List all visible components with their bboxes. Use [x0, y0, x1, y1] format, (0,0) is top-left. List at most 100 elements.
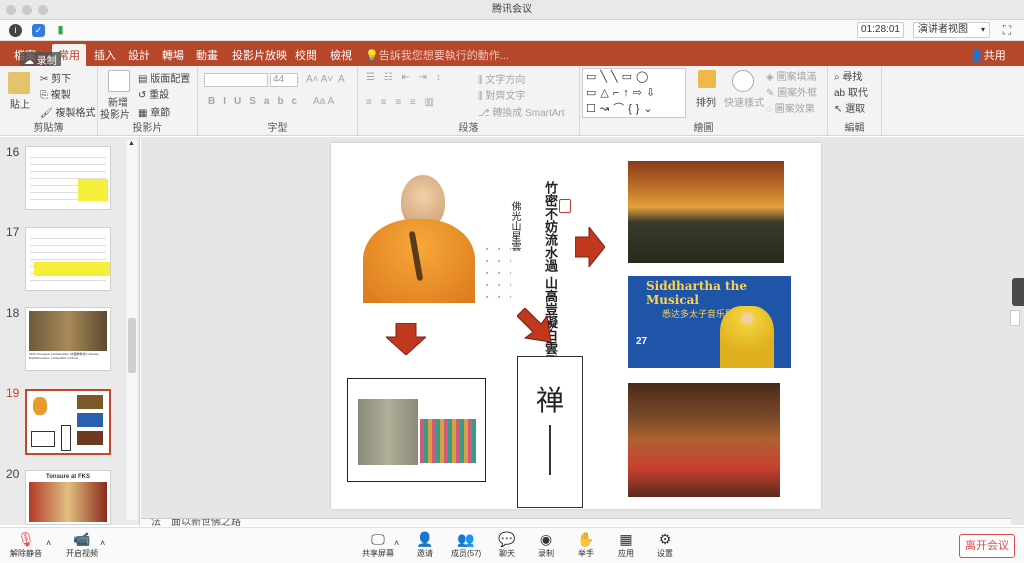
video-chevron-icon[interactable]: ˄ [100, 538, 105, 548]
slide-thumbnail-17[interactable] [25, 227, 111, 291]
info-icon[interactable]: i [9, 24, 22, 37]
video-button[interactable]: 📹 开启视频 [66, 531, 98, 559]
minimize-dot[interactable] [22, 5, 32, 15]
fullscreen-icon[interactable]: ⛶ [1000, 23, 1014, 37]
shape-effects-button[interactable]: ◌ 圖案效果 [766, 100, 815, 115]
mute-chevron-icon[interactable]: ˄ [46, 538, 51, 548]
ribbon-tabs: 檔案 常用 插入 設計 轉場 動畫 投影片放映 校閱 檢視 💡告訴我您想要執行的… [0, 41, 1024, 69]
invite-button[interactable]: 👤 邀请 [416, 531, 434, 559]
select-button[interactable]: ↖ 選取 [834, 100, 865, 115]
shield-icon[interactable]: ✓ [32, 24, 45, 37]
tab-transitions[interactable]: 轉場 [162, 47, 184, 63]
monk-portrait[interactable] [361, 171, 479, 303]
tab-review[interactable]: 校閱 [295, 47, 317, 63]
window-controls[interactable] [6, 5, 48, 15]
view-mode-select[interactable]: 演讲者视图 ▾ [913, 22, 990, 38]
clear-format-icon[interactable]: A [338, 74, 345, 85]
slide-number-16: 16 [6, 145, 20, 159]
tab-insert[interactable]: 插入 [94, 47, 116, 63]
slide-thumbnail-16[interactable] [25, 146, 111, 210]
tab-view[interactable]: 檢視 [330, 47, 352, 63]
section-button[interactable]: ▦ 章節 [138, 104, 170, 119]
right-scroll-handle[interactable] [1010, 310, 1020, 326]
scrollbar-thumb[interactable] [128, 318, 136, 373]
format-painter-button[interactable]: 🖌 複製格式 [40, 104, 95, 119]
mute-button[interactable]: 🎙 解除静音 [10, 531, 42, 559]
slide-thumbnail-18[interactable]: 1943 Chungkuo Fuchiaohsieh (中國佛教會) Chine… [25, 307, 111, 371]
layout-button[interactable]: ▤ 版面配置 [138, 70, 190, 85]
banner-date: 27 [636, 336, 648, 347]
side-panel-toggle[interactable] [1012, 278, 1024, 306]
smartart-button[interactable]: ⎇ 轉換成 SmartArt [478, 104, 565, 119]
chat-button[interactable]: 💬 聊天 [498, 531, 516, 559]
quick-styles-button[interactable]: 快速樣式 [724, 94, 764, 109]
font-name-box[interactable] [204, 73, 268, 87]
microphone-off-icon: 🎙 [17, 531, 35, 547]
red-seal [559, 199, 571, 213]
signal-icon[interactable]: ▮ [54, 24, 67, 37]
share-screen-button[interactable]: 🖵 共享屏幕 [362, 531, 394, 559]
align-text-button[interactable]: ⫼ 對齊文字 [478, 87, 525, 102]
zen-scroll[interactable]: 禅 [517, 356, 583, 508]
copy-label: 複製 [50, 90, 71, 101]
choir-photo[interactable] [628, 383, 780, 497]
shape-fill-button[interactable]: ◈ 圖案填滿 [766, 68, 816, 83]
list-buttons[interactable]: ☰ ☷ ⇤ ⇥ ↕ [366, 72, 444, 83]
zen-character: 禅 [535, 384, 564, 417]
font-color-icon[interactable]: Aa A [313, 96, 334, 107]
mute-label: 解除静音 [10, 549, 42, 558]
replace-button[interactable]: ab 取代 [834, 84, 868, 99]
align-buttons[interactable]: ≡ ≡ ≡ ≡ ▥ [366, 97, 437, 108]
arrange-button[interactable]: 排列 [696, 94, 716, 109]
close-dot[interactable] [6, 5, 16, 15]
book-set-image[interactable] [347, 378, 486, 482]
quick-styles-icon[interactable] [732, 70, 754, 92]
tell-me-box[interactable]: 💡告訴我您想要執行的動作... [365, 47, 509, 63]
plum-blossom [481, 243, 511, 303]
share-screen-icon: 🖵 [371, 531, 385, 547]
slides-group-label: 投影片 [132, 123, 163, 134]
paste-icon[interactable] [8, 72, 30, 94]
reset-button[interactable]: ↺ 重設 [138, 86, 169, 101]
find-button[interactable]: ⌕ 尋找 [834, 68, 862, 83]
replace-label: 取代 [847, 88, 868, 99]
ceremony-photo[interactable] [628, 161, 784, 263]
slide-thumbnail-20[interactable]: Tonsure at FKS [25, 470, 111, 525]
share-label: 共用 [983, 50, 1006, 62]
shape-outline-button[interactable]: ✎ 圖案外框 [766, 84, 817, 99]
font-size-box[interactable]: 44 [270, 73, 298, 87]
slide-thumbnail-19[interactable] [25, 389, 111, 455]
font-group-label: 字型 [267, 123, 288, 134]
slide-19[interactable]: 竹密不妨流水過 山高豈礙白雲飛 佛光山星雲 Siddhartha the Mus… [331, 143, 821, 509]
paste-button[interactable]: 貼上 [10, 96, 30, 111]
leave-meeting-button[interactable]: 离开会议 [959, 534, 1015, 558]
settings-button[interactable]: ⚙ 设置 [656, 531, 674, 559]
photo-20 [29, 482, 107, 522]
maximize-dot[interactable] [38, 5, 48, 15]
cut-button[interactable]: ✂ 剪下 [40, 70, 71, 85]
drawing-group-label: 繪圖 [693, 123, 714, 134]
photo-18 [29, 311, 107, 351]
font-style-buttons[interactable]: BIUSabc [208, 96, 305, 107]
share-chevron-icon[interactable]: ˄ [394, 538, 399, 548]
slide-panel-scrollbar[interactable]: ▲ [127, 140, 137, 520]
raise-hand-button[interactable]: ✋ 举手 [577, 531, 595, 559]
apps-button[interactable]: ▦ 应用 [617, 531, 635, 559]
record-button[interactable]: ◉ 录制 [537, 531, 555, 559]
notes-pane[interactable]: 法 面以新世佛之路 [141, 518, 1011, 526]
arrange-icon[interactable] [698, 70, 716, 88]
scroll-up-icon[interactable]: ▲ [128, 140, 135, 147]
tab-animations[interactable]: 動畫 [196, 47, 218, 63]
text-direction-button[interactable]: ⫼ 文字方向 [478, 71, 525, 86]
copy-button[interactable]: ⎘ 複製 [40, 86, 71, 101]
musical-banner[interactable]: Siddhartha the Musical 悉达多太子音乐剧 27 [628, 276, 791, 368]
share-button[interactable]: 👤共用 [970, 47, 1006, 63]
shapes-gallery[interactable]: ▭╲╲▭◯ ▭△⌐↑⇨⇩ ☐↝⌒{}⌄ [582, 68, 686, 118]
tab-slideshow[interactable]: 投影片放映 [232, 47, 287, 63]
slide-thumbnails-panel[interactable]: 16 17 18 1943 Chungkuo Fuchiaohsieh (中國佛… [0, 137, 140, 525]
tab-design[interactable]: 設計 [128, 47, 150, 63]
banner-title: Siddhartha the Musical [646, 279, 747, 307]
members-button[interactable]: 👥 成员(57) [451, 531, 481, 559]
new-slide-icon[interactable] [108, 70, 130, 92]
grow-font-icon[interactable]: A˄ A˅ [306, 74, 333, 85]
